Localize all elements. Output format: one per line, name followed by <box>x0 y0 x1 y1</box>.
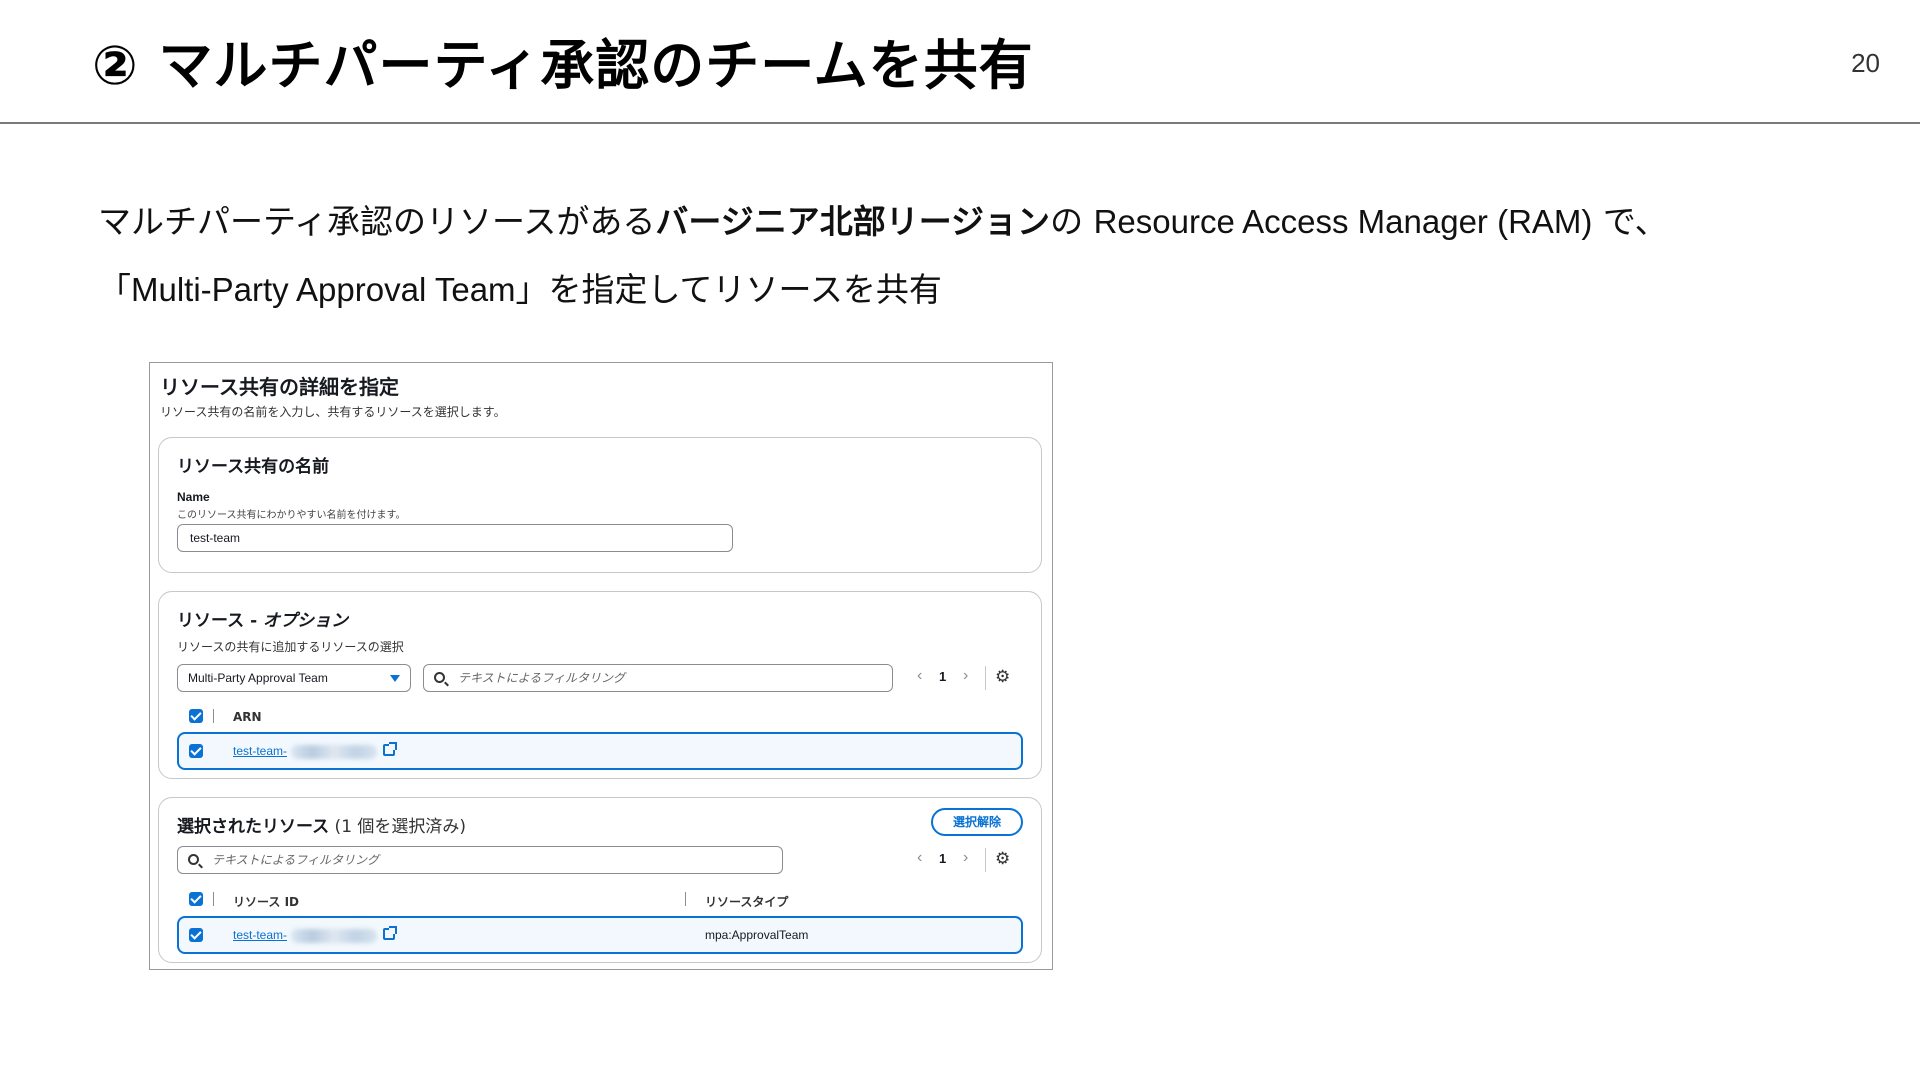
current-page[interactable]: 1 <box>939 669 946 684</box>
redacted-id <box>291 929 377 943</box>
form-heading: リソース共有の詳細を指定 <box>160 375 399 399</box>
desc-text: マルチパーティ承認のリソースがある <box>98 202 656 241</box>
name-field-hint: このリソース共有にわかりやすい名前を付けます。 <box>177 510 406 521</box>
resource-arn-link[interactable]: test-team- <box>233 744 287 758</box>
selected-count: (1 個を選択済み) <box>329 817 467 837</box>
desc-text: 「 <box>98 270 131 309</box>
slide-description: マルチパーティ承認のリソースがあるバージニア北部リージョンの Resource … <box>98 188 1878 324</box>
gear-icon[interactable]: ⚙ <box>995 849 1010 869</box>
filter-placeholder: テキストによるフィルタリング <box>212 853 380 867</box>
resource-type-cell: mpa:ApprovalTeam <box>705 928 809 942</box>
description-line-2: 「Multi-Party Approval Team」を指定してリソースを共有 <box>98 256 1878 324</box>
selected-filter-input[interactable]: テキストによるフィルタリング <box>177 846 783 874</box>
share-name-input[interactable]: test-team <box>177 524 733 552</box>
resources-title-optional: オプション <box>263 611 349 631</box>
desc-team-name: Multi-Party Approval Team <box>131 271 516 308</box>
title-divider <box>0 122 1920 124</box>
resource-type-column-header: リソースタイプ <box>705 895 789 909</box>
chevron-left-icon[interactable]: ‹ <box>917 667 922 685</box>
page-number: 20 <box>1851 48 1880 78</box>
resources-card: リソース - オプション リソースの共有に追加するリソースの選択 Multi-P… <box>158 591 1042 779</box>
desc-text: で、 <box>1592 202 1668 241</box>
chevron-right-icon[interactable]: › <box>963 849 968 867</box>
pager-divider <box>985 666 986 690</box>
resource-type-value: Multi-Party Approval Team <box>188 671 328 685</box>
desc-region-bold: バージニア北部リージョン <box>655 202 1051 241</box>
filter-placeholder: テキストによるフィルタリング <box>458 671 626 685</box>
chevron-right-icon[interactable]: › <box>963 667 968 685</box>
resource-id-column-header: リソース ID <box>233 895 300 909</box>
desc-text: の <box>1050 202 1094 241</box>
column-divider <box>213 892 214 906</box>
name-field-label: Name <box>177 490 210 504</box>
selected-resources-title: 選択されたリソース (1 個を選択済み) <box>177 812 466 837</box>
selected-resources-card: 選択されたリソース (1 個を選択済み) 選択解除 テキストによるフィルタリング… <box>158 797 1042 963</box>
deselect-button[interactable]: 選択解除 <box>931 808 1023 836</box>
resource-id-link[interactable]: test-team- <box>233 928 287 942</box>
resources-title-text: リソース - <box>177 611 264 631</box>
selected-pagination: ‹ 1 › ⚙ <box>911 846 1021 874</box>
chevron-left-icon[interactable]: ‹ <box>917 849 922 867</box>
external-link-icon[interactable] <box>383 742 397 756</box>
current-page[interactable]: 1 <box>939 851 946 866</box>
form-subheading: リソース共有の名前を入力し、共有するリソースを選択します。 <box>160 405 506 419</box>
search-icon <box>188 854 199 865</box>
column-divider <box>213 709 214 723</box>
column-divider <box>685 892 686 906</box>
resources-description: リソースの共有に追加するリソースの選択 <box>177 640 404 654</box>
slide-title: ② マルチパーティ承認のチームを共有 <box>92 34 1034 97</box>
search-icon <box>434 672 445 683</box>
pager-divider <box>985 848 986 872</box>
table-row[interactable]: test-team- <box>177 732 1023 770</box>
table-row[interactable]: test-team- mpa:ApprovalTeam <box>177 916 1023 954</box>
select-all-checkbox[interactable] <box>189 892 203 906</box>
select-all-checkbox[interactable] <box>189 709 203 723</box>
share-name-card: リソース共有の名前 Name このリソース共有にわかりやすい名前を付けます。 t… <box>158 437 1042 573</box>
desc-text: 」を指定してリソースを共有 <box>515 270 942 309</box>
resources-title: リソース - オプション <box>177 606 348 631</box>
description-line-1: マルチパーティ承認のリソースがあるバージニア北部リージョンの Resource … <box>98 188 1878 256</box>
selected-title-text: 選択されたリソース <box>177 817 330 837</box>
redacted-id <box>291 745 377 759</box>
row-checkbox[interactable] <box>189 928 203 942</box>
embedded-screenshot: リソース共有の詳細を指定 リソース共有の名前を入力し、共有するリソースを選択しま… <box>149 362 1053 970</box>
resources-filter-input[interactable]: テキストによるフィルタリング <box>423 664 893 692</box>
share-name-title: リソース共有の名前 <box>177 457 330 477</box>
row-checkbox[interactable] <box>189 744 203 758</box>
resource-type-select[interactable]: Multi-Party Approval Team <box>177 664 411 692</box>
gear-icon[interactable]: ⚙ <box>995 667 1010 687</box>
external-link-icon[interactable] <box>383 926 397 940</box>
resources-pagination: ‹ 1 › ⚙ <box>911 664 1021 692</box>
arn-column-header: ARN <box>233 710 262 724</box>
caret-down-icon <box>390 675 400 682</box>
desc-service-name: Resource Access Manager (RAM) <box>1093 203 1593 240</box>
